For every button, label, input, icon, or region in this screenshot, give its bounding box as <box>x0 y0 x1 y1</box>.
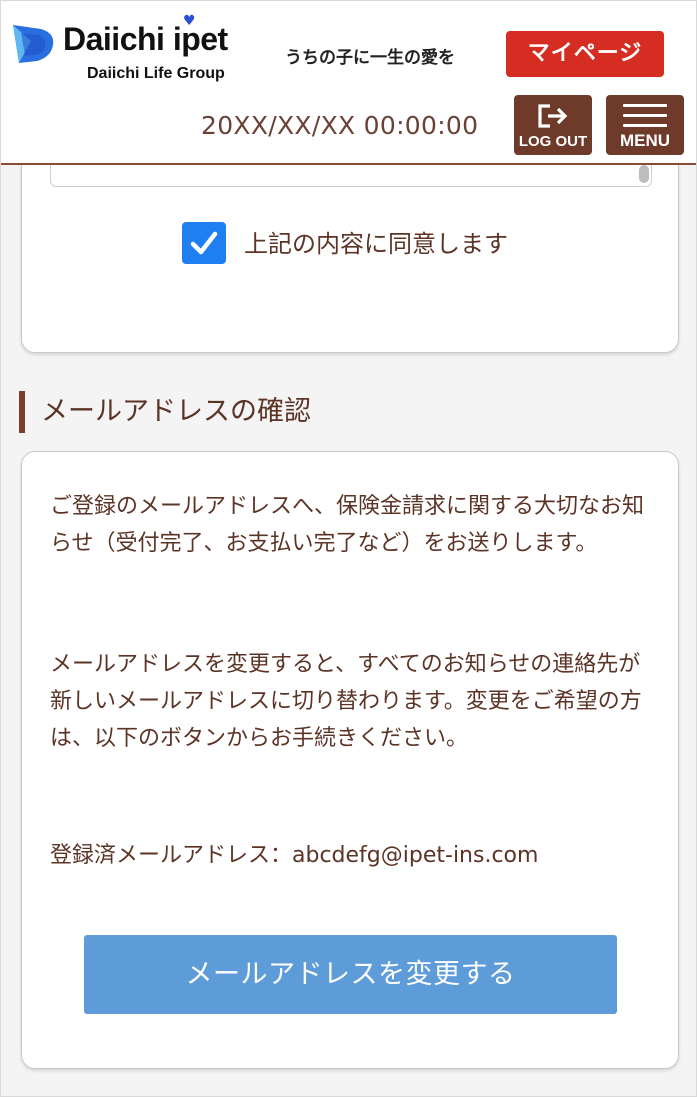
hamburger-menu-icon <box>623 104 667 107</box>
agree-label: 上記の内容に同意します <box>244 230 508 258</box>
app-frame: Daiichi ipet ♥ Daiichi Life Group うちの子に一… <box>0 0 697 1097</box>
menu-label: MENU <box>619 131 671 150</box>
registered-email-line: 登録済メールアドレス：abcdefg@ipet-ins.com <box>50 837 650 874</box>
site-header: Daiichi ipet ♥ Daiichi Life Group うちの子に一… <box>1 1 696 165</box>
logout-button[interactable]: LOG OUT <box>514 95 592 155</box>
heart-icon: ♥ <box>183 13 196 29</box>
registered-email-value: abcdefg@ipet-ins.com <box>292 843 539 868</box>
brand-group: Daiichi Life Group <box>87 65 225 82</box>
email-confirmation-card: ご登録のメールアドレスへ、保険金請求に関する大切なお知らせ（受付完了、お支払い完… <box>21 451 679 1069</box>
scrollbar-thumb[interactable] <box>639 165 649 183</box>
menu-button[interactable]: MENU <box>606 95 684 155</box>
brand-logo[interactable]: Daiichi ipet ♥ Daiichi Life Group <box>11 13 251 87</box>
logout-label: LOG OUT <box>518 133 588 150</box>
hamburger-bar <box>623 124 667 127</box>
change-email-button[interactable]: メールアドレスを変更する <box>84 935 617 1014</box>
brand-name: Daiichi ipet <box>63 21 228 57</box>
current-datetime: 20XX/XX/XX 00:00:00 <box>201 111 479 140</box>
checkmark-icon <box>190 231 218 255</box>
tagline: うちの子に一生の愛を <box>285 48 455 68</box>
agree-checkbox[interactable] <box>182 222 226 264</box>
registered-email-label: 登録済メールアドレス： <box>50 843 293 868</box>
hamburger-bar <box>623 114 667 117</box>
mypage-button[interactable]: マイページ <box>506 31 664 77</box>
notice-paragraph: ご登録のメールアドレスへ、保険金請求に関する大切なお知らせ（受付完了、お支払い完… <box>50 494 645 556</box>
section-title: メールアドレスの確認 <box>19 391 311 433</box>
daiichi-ipet-logo-icon <box>13 25 54 63</box>
change-info-paragraph: メールアドレスを変更すると、すべてのお知らせの連絡先が新しいメールアドレスに切り… <box>50 652 642 751</box>
logout-arrow-icon <box>538 104 568 128</box>
